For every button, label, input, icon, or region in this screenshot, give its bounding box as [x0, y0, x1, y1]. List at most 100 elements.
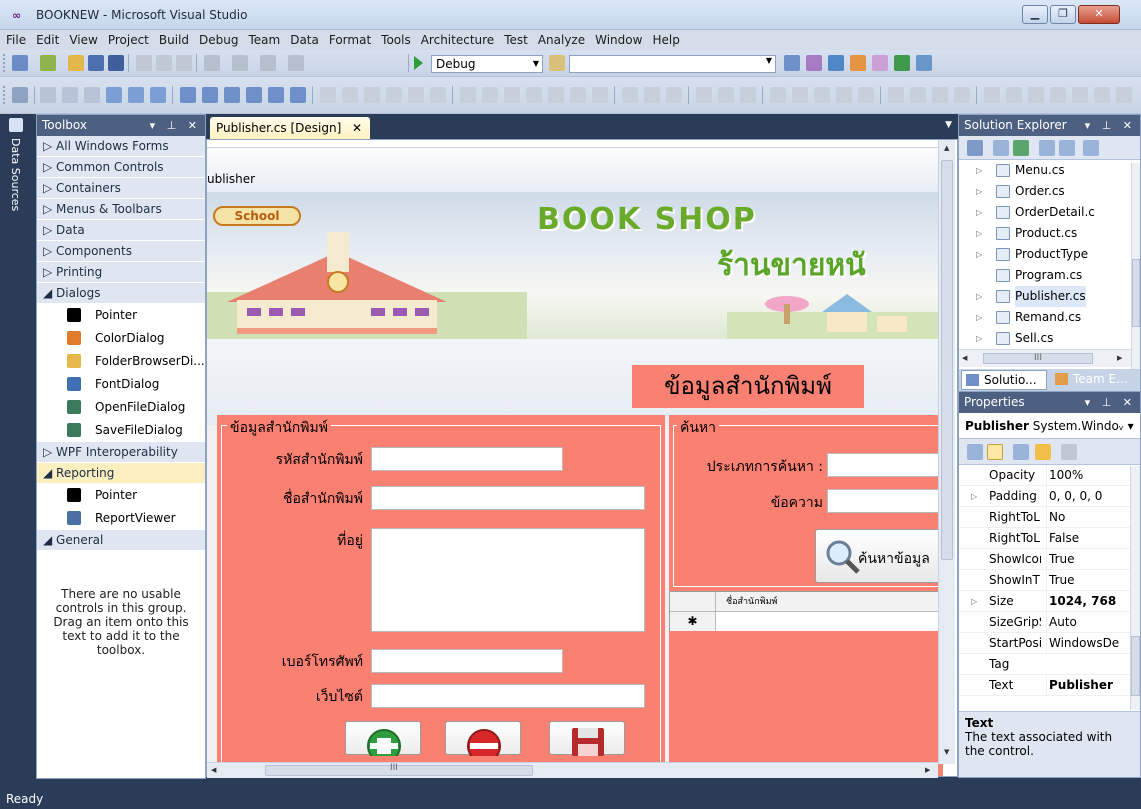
properties-window-icon[interactable] [806, 55, 822, 71]
delete-button[interactable] [445, 721, 521, 763]
toolbar-grip[interactable] [3, 86, 7, 104]
scroll-left-icon[interactable]: ◀ [211, 766, 216, 774]
menu-data[interactable]: Data [285, 30, 324, 50]
align-middles-icon[interactable] [128, 87, 144, 103]
toolbox-header[interactable]: Toolbox ▾ ⊥ ✕ [37, 115, 205, 136]
search-button[interactable]: ค้นหาข้อมูล [815, 529, 943, 583]
toolbox-item-pointer[interactable]: Pointer [37, 304, 205, 327]
scroll-thumb[interactable] [941, 160, 953, 560]
publisher-name-input[interactable] [371, 486, 645, 510]
solution-file-item[interactable]: Program.cs [959, 265, 1140, 286]
view-code-icon[interactable] [1039, 140, 1055, 156]
toolbox-item-pointer[interactable]: Pointer [37, 484, 205, 507]
bring-to-front-icon[interactable] [364, 87, 380, 103]
toolbox-icon[interactable] [850, 55, 866, 71]
publisher-id-input[interactable] [371, 447, 563, 471]
property-value[interactable]: WindowsDe [1046, 633, 1126, 654]
scroll-right-icon[interactable]: ▶ [925, 766, 930, 774]
scroll-right-icon[interactable]: ▶ [1117, 354, 1122, 362]
expand-arrow-icon[interactable]: ▷ [976, 181, 982, 202]
panel-controls[interactable]: ▾ ⊥ ✕ [1085, 115, 1136, 136]
object-selector[interactable]: Publisher System.Windoᵥ ▾ [959, 413, 1140, 439]
solution-file-item[interactable]: ▷ OrderDetail.c [959, 202, 1140, 223]
publisher-form[interactable]: ublisher School BOOK SHOP ร้านขายหนั ข้อ… [207, 147, 943, 776]
data-sources-tab[interactable]: Data Sources [9, 138, 22, 211]
property-row[interactable]: Tag [959, 654, 1140, 675]
property-row[interactable]: SizeGripS Auto [959, 612, 1140, 633]
property-value[interactable]: 0, 0, 0, 0 [1046, 486, 1126, 507]
panel-controls[interactable]: ▾ ⊥ ✕ [1085, 392, 1136, 413]
remove-vertical-spacing-icon[interactable] [592, 87, 608, 103]
property-row[interactable]: ▷ Padding 0, 0, 0, 0 [959, 486, 1140, 507]
find-combo[interactable]: ▼ [569, 55, 776, 73]
solution-file-item[interactable]: ▷ Product.cs [959, 223, 1140, 244]
alphabetical-icon[interactable] [987, 444, 1003, 460]
property-row[interactable]: ▷ Size 1024, 768 [959, 591, 1140, 612]
table-layout-icon[interactable] [910, 87, 926, 103]
property-row[interactable]: Opacity 100% [959, 465, 1140, 486]
horizontal-spacing-icon[interactable] [268, 87, 284, 103]
make-same-height-icon[interactable] [202, 87, 218, 103]
send-to-back-icon[interactable] [386, 87, 402, 103]
lock-controls-icon[interactable] [430, 87, 446, 103]
menu-build[interactable]: Build [154, 30, 194, 50]
scroll-thumb[interactable] [1132, 259, 1140, 327]
vertical-spacing-icon[interactable] [290, 87, 306, 103]
toolbox-group-dialogs[interactable]: ◢ Dialogs [37, 283, 205, 304]
solution-file-item[interactable]: ▷ Menu.cs [959, 160, 1140, 181]
align-lefts-icon[interactable] [40, 87, 56, 103]
toolbox-item-savefiledialog[interactable]: SaveFileDialog [37, 419, 205, 442]
format-icon[interactable] [836, 87, 852, 103]
open-file-icon[interactable] [68, 55, 84, 71]
align-tops-icon[interactable] [106, 87, 122, 103]
close-tab-icon[interactable]: ✕ [352, 117, 362, 139]
object-browser-icon[interactable] [828, 55, 844, 71]
solution-configuration-select[interactable]: Debug ▼ [431, 55, 543, 73]
toolbar-options-icon[interactable] [1094, 87, 1110, 103]
view-designer-icon[interactable] [1059, 140, 1075, 156]
scroll-up-icon[interactable]: ▲ [944, 144, 949, 152]
property-row[interactable]: Text Publisher [959, 675, 1140, 696]
property-row[interactable]: ShowIcoı True [959, 549, 1140, 570]
status-strip-icon[interactable] [1050, 87, 1066, 103]
split-container-icon[interactable] [932, 87, 948, 103]
menu-architecture[interactable]: Architecture [416, 30, 499, 50]
size-to-grid-icon[interactable] [246, 87, 262, 103]
solution-file-item[interactable]: ▷ ProductType [959, 244, 1140, 265]
scroll-thumb[interactable]: III [983, 353, 1093, 364]
grid-new-row-cell[interactable] [716, 612, 942, 631]
tool-strip-icon[interactable] [1028, 87, 1044, 103]
properties-icon[interactable] [967, 140, 983, 156]
close-button[interactable]: ✕ [1078, 5, 1120, 24]
property-value[interactable]: No [1046, 507, 1126, 528]
property-value[interactable]: True [1046, 549, 1126, 570]
bring-forward-icon[interactable] [696, 87, 712, 103]
expand-arrow-icon[interactable]: ▷ [976, 328, 982, 349]
solution-file-item[interactable]: ▷ Sell.cs [959, 328, 1140, 349]
property-value[interactable]: 100% [1046, 465, 1126, 486]
space-across-icon[interactable] [622, 87, 638, 103]
search-text-input[interactable] [827, 489, 943, 513]
toolbox-group-wpf[interactable]: ▷ WPF Interoperability [37, 442, 205, 463]
copy-icon[interactable] [156, 55, 172, 71]
toolbox-group-general[interactable]: ◢ General [37, 530, 205, 551]
center-vertically-icon[interactable] [342, 87, 358, 103]
group-icon[interactable] [770, 87, 786, 103]
tab-publisher-design[interactable]: Publisher.cs [Design] ✕ [210, 117, 370, 139]
minimize-button[interactable]: ▁ [1022, 5, 1048, 24]
center-horizontally-icon[interactable] [320, 87, 336, 103]
command-window-icon[interactable] [916, 55, 932, 71]
publisher-grid[interactable]: ชื่อสำนักพิมพ์ ✱ [669, 591, 943, 631]
panel-controls[interactable]: ▾ ⊥ ✕ [150, 115, 201, 136]
context-menu-icon[interactable] [1072, 87, 1088, 103]
menu-test[interactable]: Test [499, 30, 533, 50]
align-rights-icon[interactable] [84, 87, 100, 103]
expand-arrow-icon[interactable]: ▷ [971, 591, 977, 612]
address-textarea[interactable] [371, 528, 645, 632]
expand-arrow-icon[interactable]: ▷ [976, 202, 982, 223]
menu-file[interactable]: File [0, 30, 31, 50]
order-icon[interactable] [666, 87, 682, 103]
menu-team[interactable]: Team [243, 30, 285, 50]
refresh-icon[interactable] [1013, 140, 1029, 156]
menu-edit[interactable]: Edit [31, 30, 64, 50]
